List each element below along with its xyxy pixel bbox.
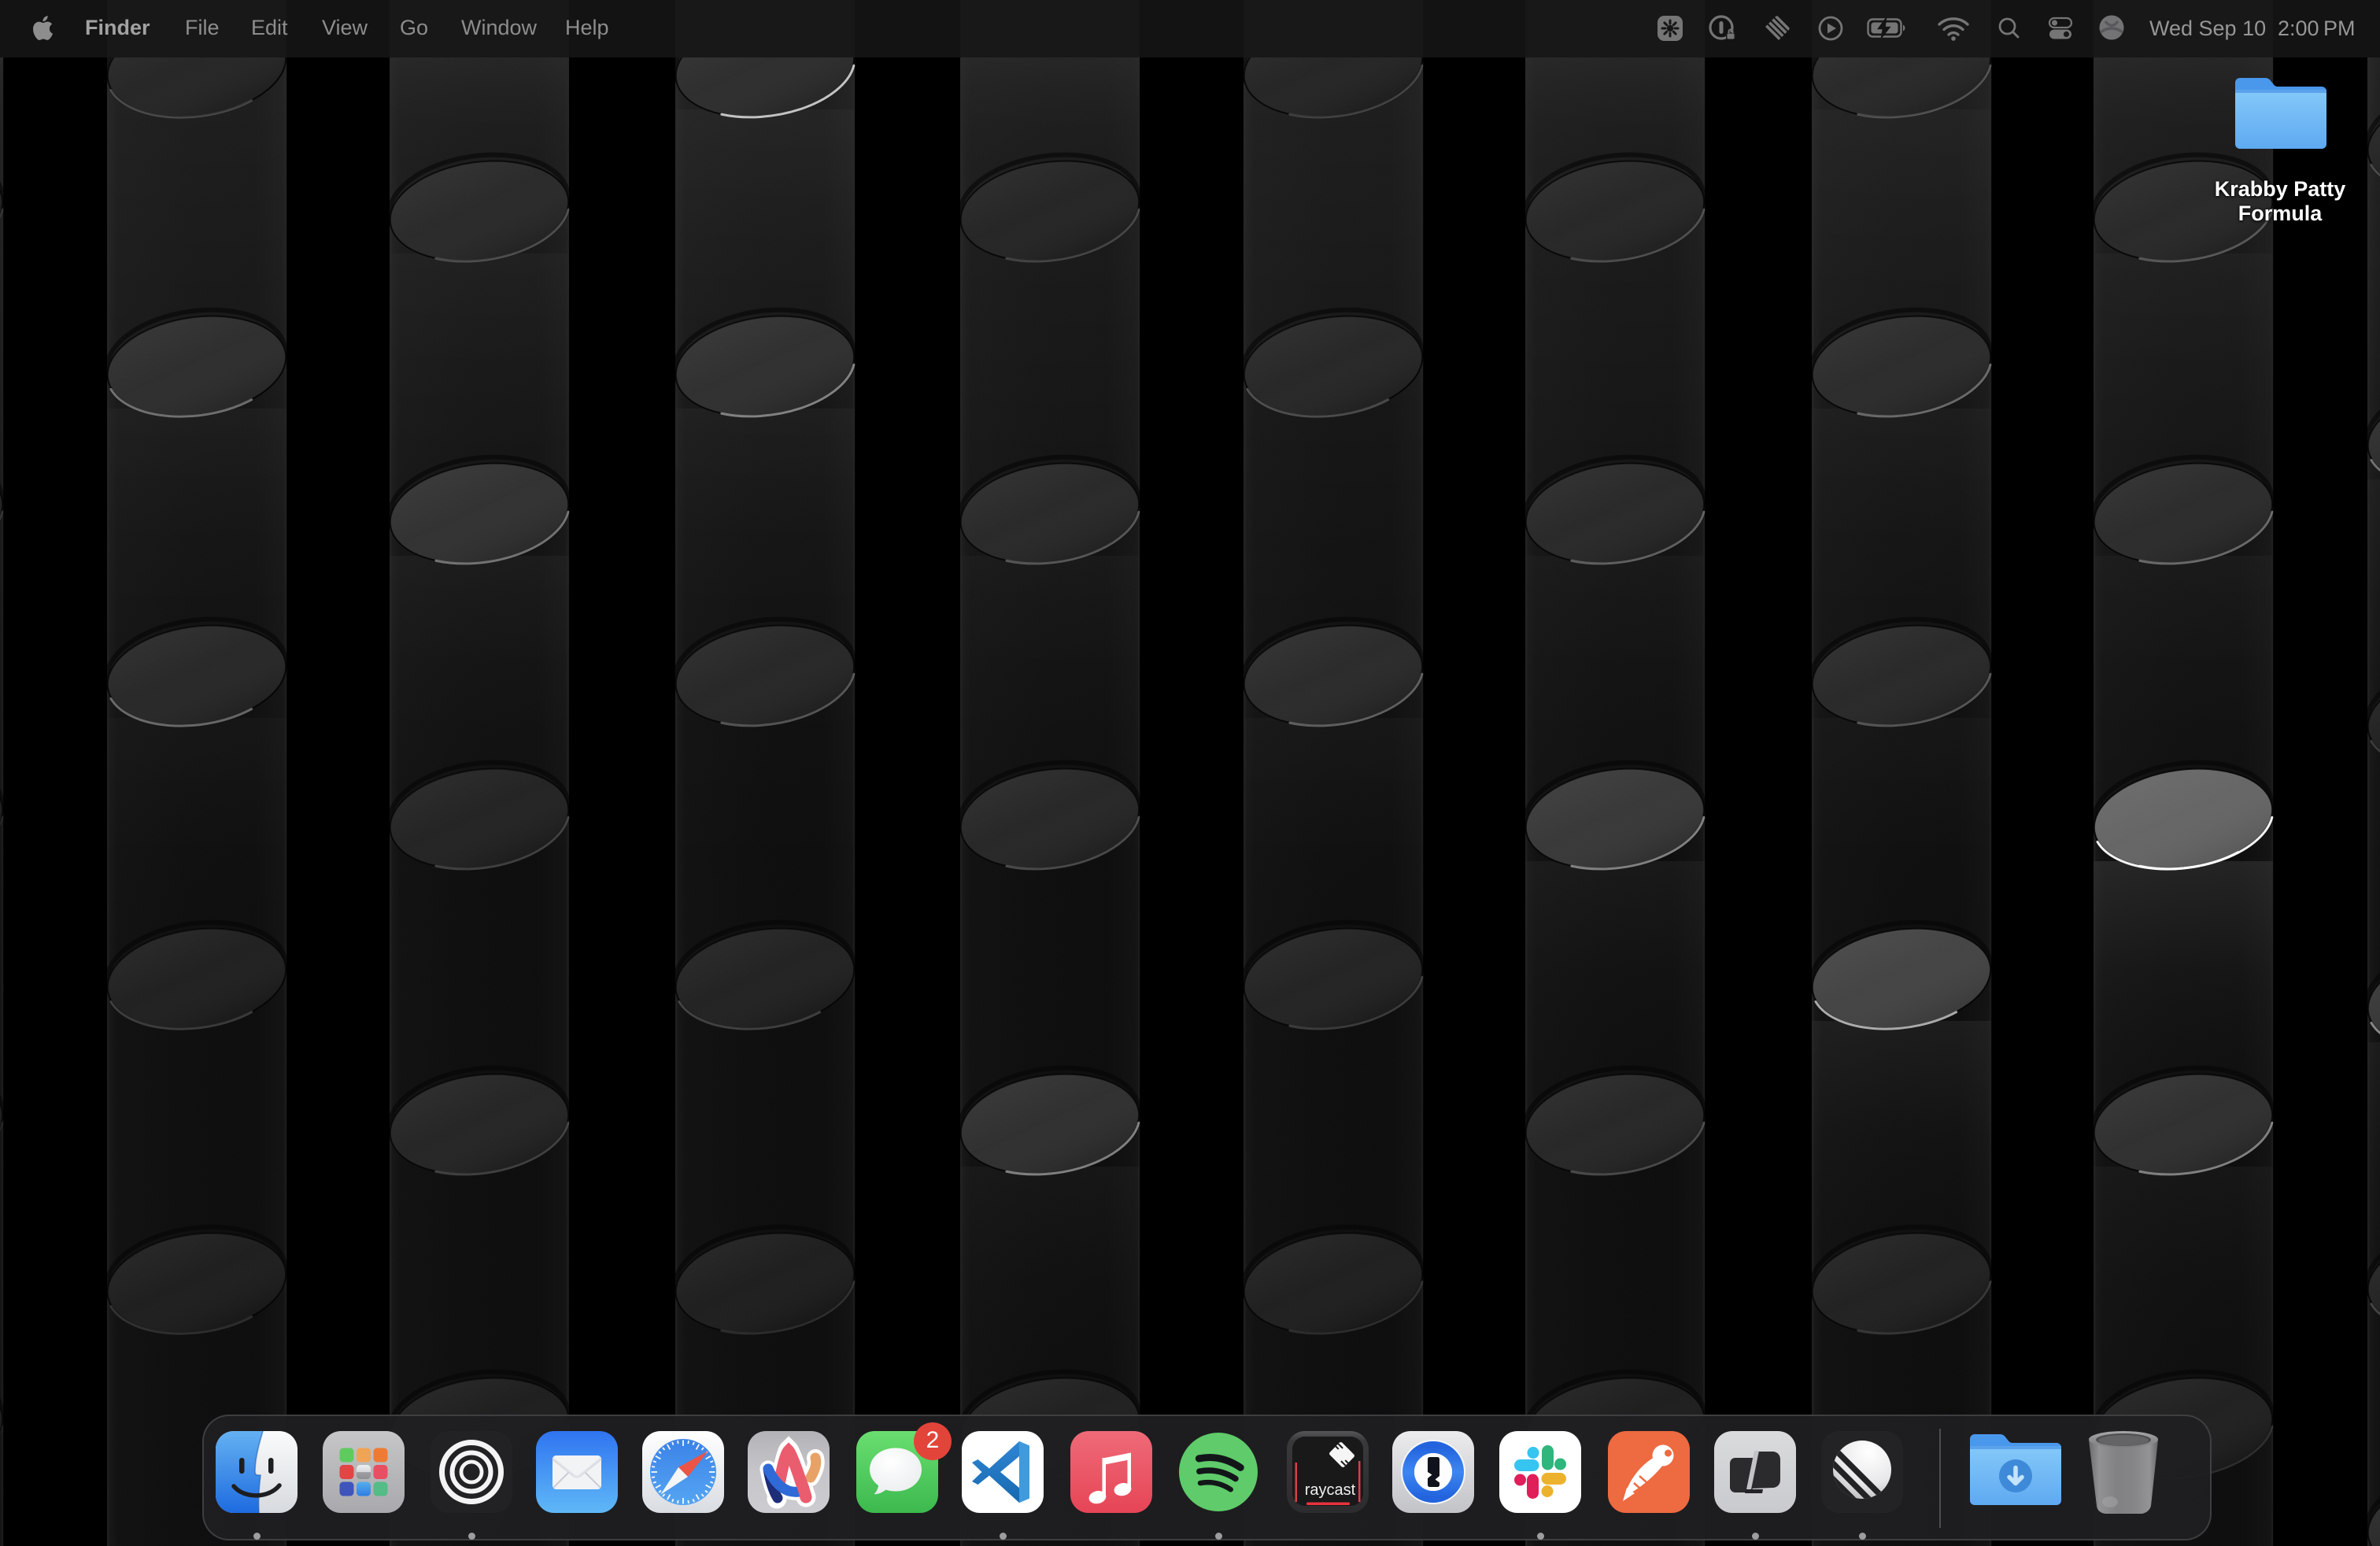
svg-text:raycast: raycast (1305, 1481, 1356, 1499)
